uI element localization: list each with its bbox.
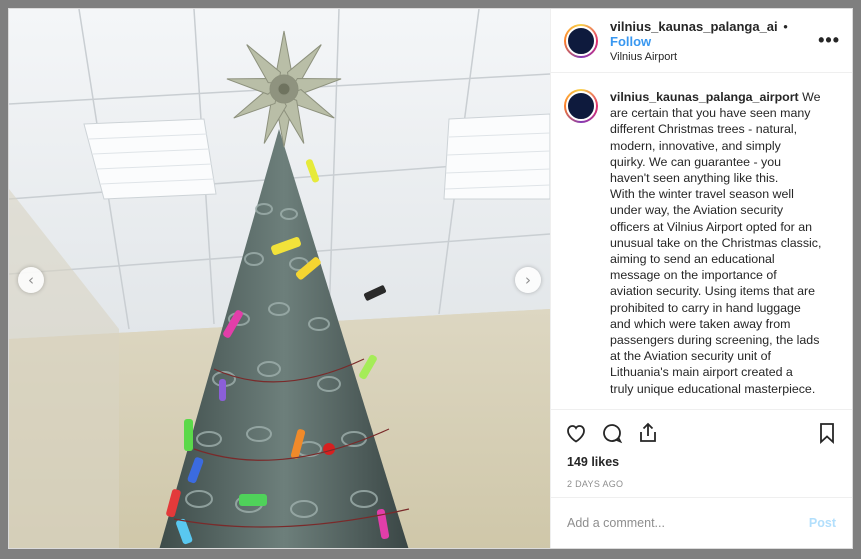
action-bar [551,409,852,455]
caption-line: unusual take on the Christmas classic, [610,235,822,250]
avatar-logo [566,91,596,121]
caption-line: passengers during screening, the lads [610,333,820,348]
caption-line: message on the importance of [610,268,777,283]
caption-line: prohibited to carry in hand luggage [610,300,801,315]
comment-input[interactable] [567,516,809,530]
next-photo-button[interactable]: › [515,267,541,293]
comment-box: Post [551,497,852,548]
caption-line: truly unique educational masterpiece. [610,381,816,396]
more-options-icon[interactable]: ••• [818,30,840,51]
post-header: vilnius_kaunas_palanga_ai • Follow Vilni… [551,9,852,73]
caption-line: at the Aviation security unit of [610,349,771,364]
share-icon[interactable] [636,421,660,445]
comment-icon[interactable] [600,421,624,445]
caption-line: different Christmas trees - natural, [610,122,798,137]
caption-line: are certain that you have seen many [610,106,811,121]
christmas-tree-photo [9,9,550,548]
caption-area: vilnius_kaunas_palanga_airport We are ce… [551,73,852,409]
caption-line: aviation security. Using items that are [610,284,815,299]
caption-line: Lithuania's main airport created a [610,365,793,380]
caption-avatar[interactable] [564,89,598,123]
caption-line: aiming to send an educational [610,252,775,267]
post-date: 2 DAYS AGO [567,479,624,489]
caption-first-line: vilnius_kaunas_palanga_airport We [610,90,821,104]
post-side-panel: vilnius_kaunas_palanga_ai • Follow Vilni… [550,9,852,548]
chevron-left-icon: ‹ [28,270,34,289]
caption-line: modern, innovative, and simply [610,138,781,153]
caption-line: officers at Vilnius Airport opted for an [610,219,813,234]
post-photo[interactable]: ‹ › [9,9,550,548]
previous-photo-button[interactable]: ‹ [18,267,44,293]
avatar-logo [566,25,596,56]
location-link[interactable]: Vilnius Airport [610,51,818,63]
header-text: vilnius_kaunas_palanga_ai • Follow Vilni… [610,19,818,63]
chevron-right-icon: › [525,270,531,289]
post-comment-button[interactable]: Post [809,516,836,530]
follow-button[interactable]: Follow [610,34,651,49]
account-username[interactable]: vilnius_kaunas_palanga_ai [610,19,778,34]
separator-dot: • [783,18,788,34]
instagram-post-window: ‹ › vilnius_kaunas_palanga_ai • Follow V… [8,8,853,549]
caption-username[interactable]: vilnius_kaunas_palanga_airport [610,90,799,104]
heart-icon[interactable] [564,421,588,445]
caption-line: haven't seen anything like this. [610,171,779,186]
caption-text: vilnius_kaunas_palanga_airport We are ce… [610,89,832,409]
caption-line: and which were taken away from [610,316,791,331]
account-avatar[interactable] [564,23,598,58]
caption-line: With the winter travel season well [610,187,794,202]
caption-line: quirky. We can guarantee - you [610,154,782,169]
caption-line: under way, the Aviation security [610,203,784,218]
likes-count[interactable]: 149 likes [551,455,852,473]
bookmark-icon[interactable] [815,421,839,445]
